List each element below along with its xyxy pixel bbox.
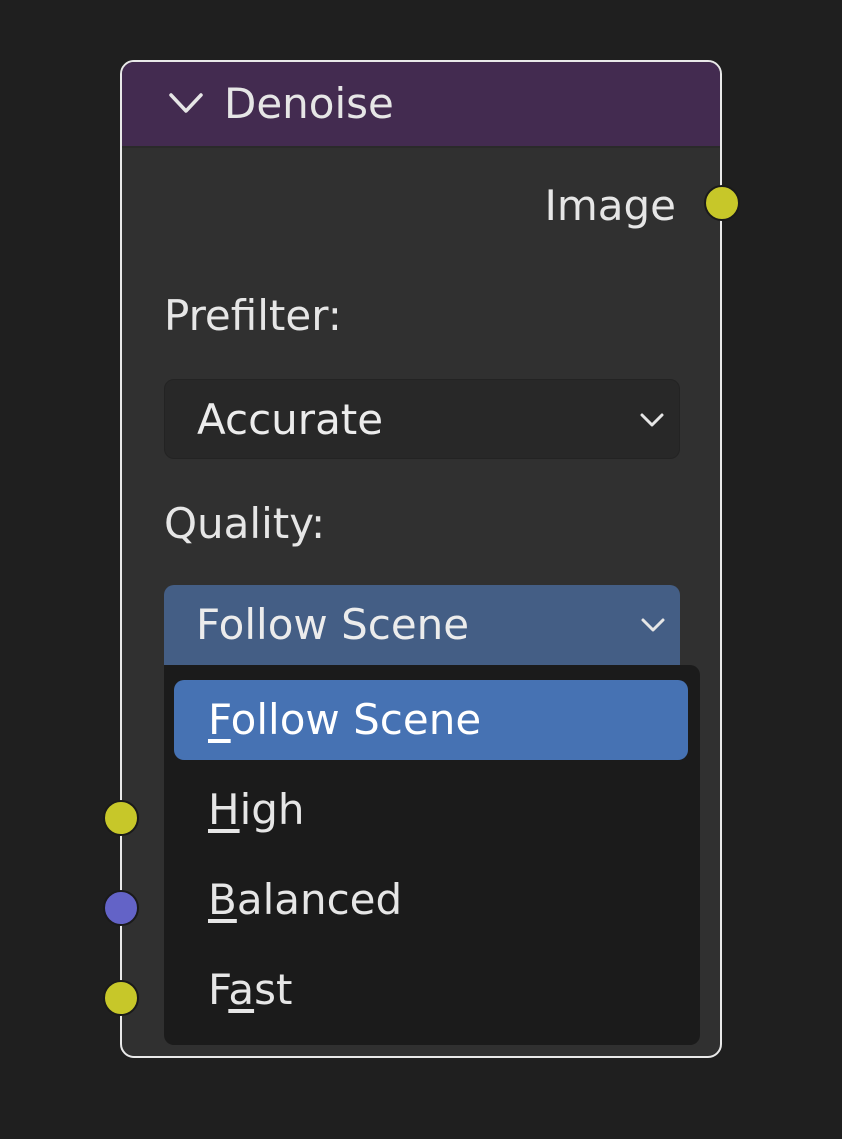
menu-item-follow-scene[interactable]: Follow Scene [174,680,688,760]
chevron-down-icon [641,618,665,632]
prefilter-dropdown[interactable]: Accurate [164,379,680,459]
menu-item-label: Follow Scene [208,695,482,744]
quality-value: Follow Scene [196,600,470,649]
node-editor-canvas: Denoise Image Prefilter: Accurate Qualit… [0,0,842,1139]
quality-dropdown[interactable]: Follow Scene [164,585,680,665]
quality-label: Quality: [164,499,326,548]
prefilter-label: Prefilter: [164,291,342,340]
menu-item-fast[interactable]: Fast [174,950,688,1030]
chevron-down-icon [640,413,664,427]
chevron-down-icon[interactable] [168,88,204,118]
menu-item-label: Fast [208,965,293,1014]
menu-item-high[interactable]: High [174,770,688,850]
denoise-node[interactable]: Denoise Image Prefilter: Accurate Qualit… [103,60,740,1058]
node-header[interactable]: Denoise [122,62,720,148]
menu-item-label: Balanced [208,875,403,924]
albedo-input-socket[interactable] [103,980,139,1016]
menu-item-balanced[interactable]: Balanced [174,860,688,940]
node-title: Denoise [224,79,394,128]
normal-input-socket[interactable] [103,890,139,926]
menu-item-label: High [208,785,305,834]
prefilter-value: Accurate [197,395,384,444]
image-input-socket[interactable] [103,800,139,836]
quality-dropdown-menu: Follow Scene High Balanced Fast [164,665,700,1045]
image-output-socket[interactable] [704,185,740,221]
image-output-label: Image [544,181,676,230]
